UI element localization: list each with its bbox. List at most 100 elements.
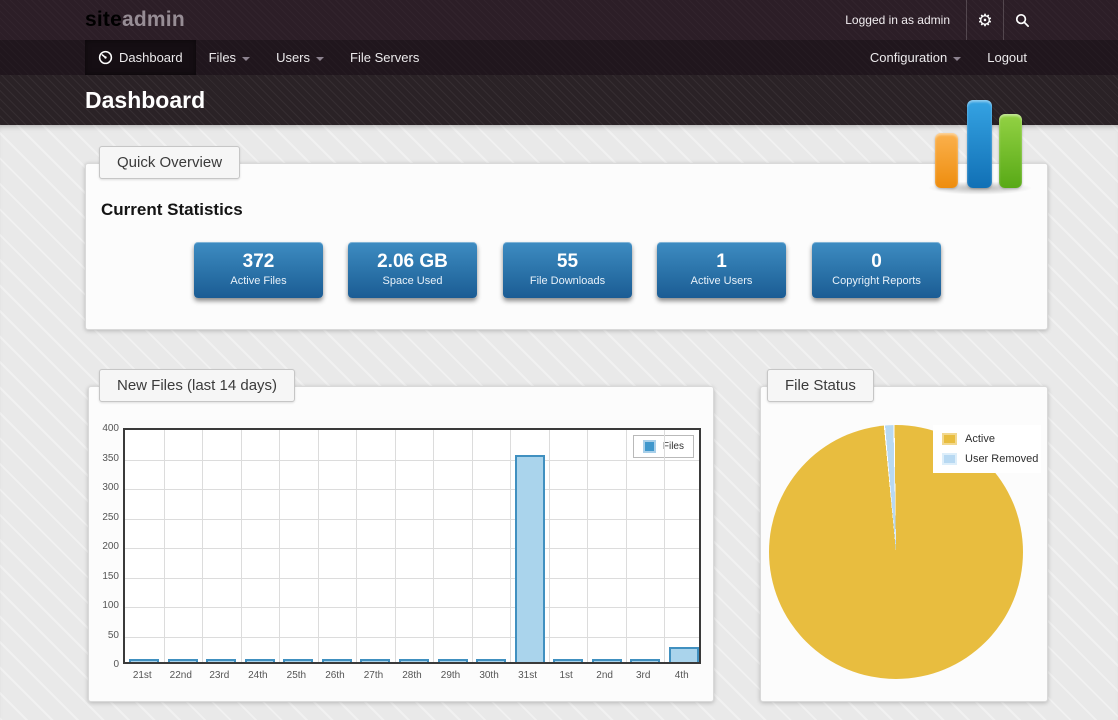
legend-swatch [942,433,957,445]
new-files-chart-panel: New Files (last 14 days) 400350300250200… [88,386,714,702]
bar-30th [476,659,506,662]
gridline [472,430,473,662]
chevron-down-icon [242,57,250,61]
gridline [279,430,280,662]
bar-chart-graphic [930,95,1030,197]
bar-1st [553,659,583,662]
page-title: Dashboard [85,87,205,114]
x-tick-label: 29th [431,670,470,681]
bar-25th [283,659,313,662]
bar-31st [515,455,545,662]
y-tick-label: 150 [93,571,119,582]
y-tick-label: 400 [93,423,119,434]
x-tick-label: 27th [354,670,393,681]
gear-icon: ⚙ [977,12,992,29]
x-tick-label: 28th [393,670,432,681]
search-button[interactable] [1004,0,1040,40]
top-bar: siteadmin Logged in as admin ⚙ [0,0,1118,40]
nav-item-files[interactable]: Files [196,40,263,75]
top-bar-right: Logged in as admin ⚙ [829,0,1118,40]
nav-item-file-servers[interactable]: File Servers [337,40,432,75]
gridline [125,637,699,638]
y-tick-label: 250 [93,512,119,523]
gridline [664,430,665,662]
legend-swatch [942,453,957,465]
nav-label: Files [209,50,236,65]
files-series-swatch [643,440,656,453]
settings-button[interactable]: ⚙ [967,0,1003,40]
main-nav: Dashboard Files Users File Servers Confi… [0,40,1118,75]
x-tick-label: 31st [508,670,547,681]
y-tick-label: 350 [93,453,119,464]
bar-chart-plot: Files [123,428,701,664]
gridline [356,430,357,662]
bar-22nd [168,659,198,662]
current-statistics-heading: Current Statistics [101,200,243,220]
stat-copyright-reports[interactable]: 0 Copyright Reports [812,242,941,298]
gridline [202,430,203,662]
orange-bar-icon [935,133,958,188]
bar-4th [669,647,699,662]
gridline [433,430,434,662]
gauge-icon [98,50,113,65]
nav-label: File Servers [350,50,419,65]
bar-29th [438,659,468,662]
nav-item-users[interactable]: Users [263,40,337,75]
stat-active-users[interactable]: 1 Active Users [657,242,786,298]
y-tick-label: 50 [93,630,119,641]
y-tick-label: 200 [93,541,119,552]
legend-item-user-removed: User Removed [942,453,1041,465]
quick-overview-tab: Quick Overview [99,146,240,179]
gridline [125,607,699,608]
spacer [1040,0,1118,40]
new-files-chart-tab: New Files (last 14 days) [99,369,295,402]
y-tick-label: 0 [93,659,119,670]
gridline [395,430,396,662]
legend-item-active: Active [942,433,1041,445]
bar-chart-legend: Files [633,435,694,458]
stat-value: 1 [657,251,786,273]
gridline [125,519,699,520]
nav-label: Dashboard [119,50,183,65]
stat-active-files[interactable]: 372 Active Files [194,242,323,298]
gridline [164,430,165,662]
x-tick-label: 1st [547,670,586,681]
bar-21st [129,659,159,662]
stat-file-downloads[interactable]: 55 File Downloads [503,242,632,298]
gridline [510,430,511,662]
nav-item-logout[interactable]: Logout [974,40,1040,75]
nav-item-configuration[interactable]: Configuration [857,40,974,75]
x-tick-label: 2nd [585,670,624,681]
stat-space-used[interactable]: 2.06 GB Space Used [348,242,477,298]
stat-label: Copyright Reports [812,275,941,287]
main-nav-left: Dashboard Files Users File Servers [85,40,432,75]
stat-label: Space Used [348,275,477,287]
green-bar-icon [999,114,1022,188]
stat-value: 55 [503,251,632,273]
x-tick-label: 23rd [200,670,239,681]
stat-value: 0 [812,251,941,273]
x-tick-label: 22nd [162,670,201,681]
bar-28th [399,659,429,662]
gridline [125,548,699,549]
x-tick-label: 25th [277,670,316,681]
blue-bar-icon [967,100,992,188]
x-tick-label: 21st [123,670,162,681]
files-series-label: Files [663,441,684,452]
stat-label: File Downloads [503,275,632,287]
stat-label: Active Files [194,275,323,287]
gridline [626,430,627,662]
gridline [549,430,550,662]
x-tick-label: 26th [316,670,355,681]
nav-label: Users [276,50,310,65]
site-logo[interactable]: siteadmin [85,0,185,40]
legend-label: User Removed [965,453,1038,465]
bar-chart-x-axis: 21st22nd23rd24th25th26th27th28th29th30th… [123,670,701,681]
gridline [241,430,242,662]
admin-dashboard-page: siteadmin Logged in as admin ⚙ [0,0,1118,720]
nav-item-dashboard[interactable]: Dashboard [85,40,196,75]
stat-value: 372 [194,251,323,273]
logo-text-secondary: admin [122,8,185,32]
logo-text-primary: site [85,8,122,32]
logged-in-status: Logged in as admin [829,0,966,40]
